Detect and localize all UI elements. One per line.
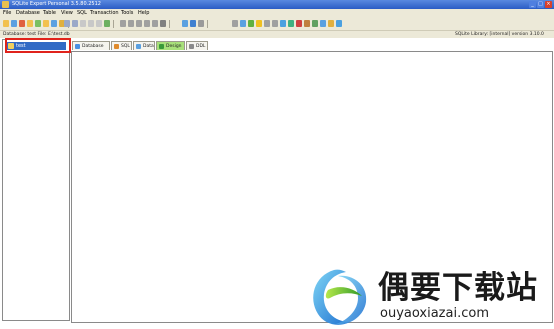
- toolbar-button-icon[interactable]: [136, 20, 142, 27]
- menu-help[interactable]: Help: [138, 10, 149, 17]
- toolbar-button-icon[interactable]: [19, 20, 25, 27]
- toolbar-button-icon[interactable]: [88, 20, 94, 27]
- maximize-button[interactable]: □: [537, 1, 544, 8]
- toolbar-button-icon[interactable]: [320, 20, 326, 27]
- menu-tools[interactable]: Tools: [121, 10, 133, 17]
- toolbar-button-icon[interactable]: [336, 20, 342, 27]
- toolbar-button-icon[interactable]: [152, 20, 158, 27]
- tab-ddl[interactable]: DDL: [186, 41, 208, 50]
- watermark-url: ouyaoxiazai.com: [380, 306, 489, 321]
- toolbar-button-icon[interactable]: [3, 20, 9, 27]
- toolbar-separator: [113, 20, 114, 28]
- toolbar-button-icon[interactable]: [272, 20, 278, 27]
- menu-file[interactable]: File: [3, 10, 11, 17]
- toolbar-button-icon[interactable]: [240, 20, 246, 27]
- toolbar-button-icon[interactable]: [160, 20, 166, 27]
- menu-transaction[interactable]: Transaction: [90, 10, 119, 17]
- app-icon: [2, 1, 9, 8]
- tab-label: DDL: [196, 44, 206, 49]
- title-bar: SQLite Expert Personal 3.5.80.2512 _ □ ×: [0, 0, 554, 9]
- tab-database[interactable]: Database: [72, 41, 110, 50]
- tab-label: Design: [166, 44, 182, 49]
- database-tree-panel: test: [2, 39, 70, 321]
- toolbar-button-icon[interactable]: [256, 20, 262, 27]
- toolbar: [0, 18, 554, 31]
- toolbar-button-icon[interactable]: [43, 20, 49, 27]
- design-tab-icon: [159, 44, 164, 49]
- menu-view[interactable]: View: [61, 10, 73, 17]
- minimize-button[interactable]: _: [529, 1, 536, 8]
- toolbar-button-icon[interactable]: [51, 20, 57, 27]
- database-file-info: Database: test File: E:\test.db: [3, 32, 70, 37]
- toolbar-button-icon[interactable]: [35, 20, 41, 27]
- tab-sql[interactable]: SQL: [111, 41, 132, 50]
- toolbar-button-icon[interactable]: [264, 20, 270, 27]
- toolbar-button-icon[interactable]: [144, 20, 150, 27]
- selection-highlight-box: [5, 38, 71, 53]
- sqlite-library-version: SQLite Library: [internal] version 3.10.…: [455, 32, 544, 37]
- tab-bar: Database SQL Data Design DDL: [72, 41, 552, 51]
- toolbar-button-icon[interactable]: [120, 20, 126, 27]
- toolbar-button-icon[interactable]: [296, 20, 302, 27]
- menu-bar: File Database Table View SQL Transaction…: [0, 9, 554, 18]
- menu-table[interactable]: Table: [43, 10, 56, 17]
- toolbar-button-icon[interactable]: [96, 20, 102, 27]
- toolbar-button-icon[interactable]: [80, 20, 86, 27]
- toolbar-separator: [169, 20, 170, 28]
- close-button[interactable]: ×: [545, 1, 552, 8]
- tab-label: Database: [82, 44, 104, 49]
- status-info-bar: Database: test File: E:\test.db SQLite L…: [0, 31, 554, 38]
- toolbar-button-icon[interactable]: [248, 20, 254, 27]
- tab-data[interactable]: Data: [133, 41, 155, 50]
- toolbar-button-icon[interactable]: [312, 20, 318, 27]
- toolbar-button-icon[interactable]: [288, 20, 294, 27]
- toolbar-separator: [207, 20, 208, 28]
- toolbar-button-icon[interactable]: [11, 20, 17, 27]
- toolbar-button-icon[interactable]: [128, 20, 134, 27]
- toolbar-button-icon[interactable]: [280, 20, 286, 27]
- toolbar-button-icon[interactable]: [182, 20, 188, 27]
- tab-label: SQL: [121, 44, 130, 49]
- sql-tab-icon: [114, 44, 119, 49]
- toolbar-button-icon[interactable]: [72, 20, 78, 27]
- toolbar-button-icon[interactable]: [104, 20, 110, 27]
- toolbar-button-icon[interactable]: [64, 20, 70, 27]
- window-title: SQLite Expert Personal 3.5.80.2512: [12, 1, 101, 7]
- ddl-tab-icon: [189, 44, 194, 49]
- watermark-brand-text: 偶要下载站: [378, 270, 538, 306]
- tab-design[interactable]: Design: [156, 41, 185, 50]
- data-tab-icon: [136, 44, 141, 49]
- toolbar-button-icon[interactable]: [304, 20, 310, 27]
- database-tab-icon: [75, 44, 80, 49]
- toolbar-button-icon[interactable]: [27, 20, 33, 27]
- tab-label: Data: [143, 44, 154, 49]
- toolbar-button-icon[interactable]: [328, 20, 334, 27]
- watermark-logo-icon: [313, 269, 367, 325]
- toolbar-button-icon[interactable]: [232, 20, 238, 27]
- menu-database[interactable]: Database: [16, 10, 40, 17]
- toolbar-button-icon[interactable]: [198, 20, 204, 27]
- menu-sql[interactable]: SQL: [77, 10, 87, 17]
- toolbar-button-icon[interactable]: [190, 20, 196, 27]
